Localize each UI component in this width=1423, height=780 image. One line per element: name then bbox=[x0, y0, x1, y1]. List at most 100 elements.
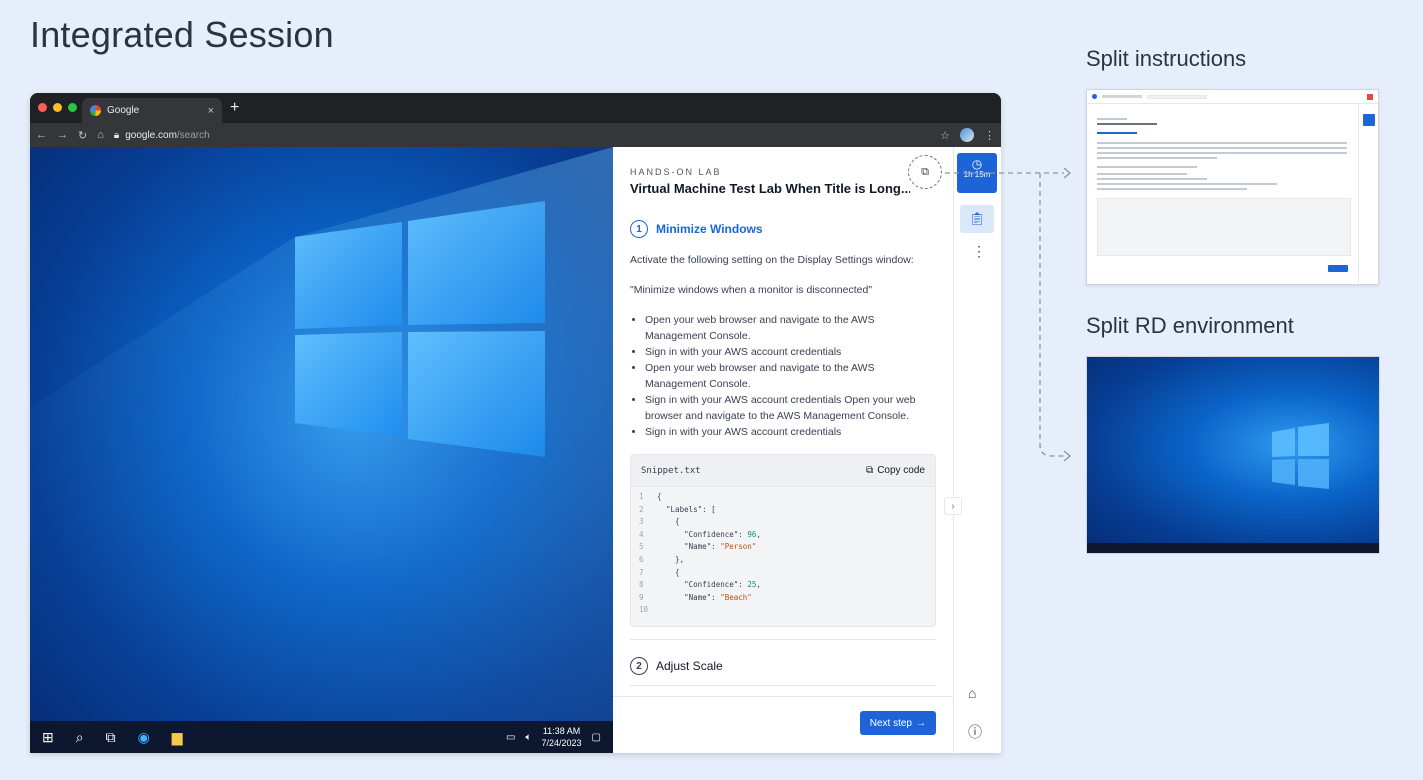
line-number: 10 bbox=[639, 605, 649, 615]
clock-icon: ◷ bbox=[971, 157, 983, 171]
line-number: 8 bbox=[639, 580, 644, 590]
preview-rail bbox=[1358, 104, 1378, 284]
code-line: 3 { bbox=[639, 516, 927, 529]
code-snippet: Snippet.txt ⧉ Copy code 1{2 "Labels": [3… bbox=[630, 454, 936, 627]
address-bar[interactable]: 🔒︎ google.com/search bbox=[114, 130, 210, 141]
step-1-title: Minimize Windows bbox=[656, 222, 763, 236]
timer-value: 1h 15m bbox=[963, 170, 991, 179]
forward-arrow-icon[interactable]: → bbox=[57, 129, 68, 141]
step-2-header[interactable]: 2 Adjust Scale bbox=[630, 657, 723, 675]
line-number: 3 bbox=[639, 517, 644, 527]
taskbar-date: 7/24/2023 bbox=[541, 738, 582, 748]
split-view-button[interactable]: ⧉ bbox=[908, 155, 942, 189]
lab-kicker: HANDS-ON LAB bbox=[630, 167, 722, 177]
step-1-number: 1 bbox=[630, 220, 648, 238]
window-controls bbox=[38, 103, 77, 112]
split-instructions-preview[interactable] bbox=[1086, 89, 1379, 285]
copy-icon: ⧉ bbox=[866, 465, 874, 476]
code-line: 9 "Name": "Beach" bbox=[639, 592, 927, 605]
step-divider bbox=[630, 639, 936, 640]
tab-title: Google bbox=[107, 105, 140, 116]
instructions-tab-button[interactable]: 📋︎ bbox=[960, 205, 994, 233]
notification-icon[interactable]: ▢ bbox=[592, 732, 601, 743]
minimize-window-button[interactable] bbox=[53, 103, 62, 112]
google-favicon-icon bbox=[90, 105, 101, 116]
step-divider bbox=[630, 685, 936, 686]
snippet-filename: Snippet.txt bbox=[641, 465, 701, 476]
line-number: 6 bbox=[639, 554, 644, 564]
file-explorer-icon[interactable]: ▆ bbox=[172, 729, 183, 746]
browser-tab[interactable]: Google × bbox=[82, 98, 222, 123]
maximize-window-button[interactable] bbox=[68, 103, 77, 112]
collapse-panel-button[interactable]: › bbox=[944, 497, 962, 515]
taskbar-time: 11:38 AM bbox=[542, 726, 581, 736]
split-rd-preview[interactable] bbox=[1086, 356, 1380, 554]
code-line: 6 }, bbox=[639, 554, 927, 567]
step-2-number: 2 bbox=[630, 657, 648, 675]
step-2-title: Adjust Scale bbox=[656, 659, 723, 673]
step-1-intro: Activate the following setting on the Di… bbox=[630, 254, 914, 266]
list-item: Open your web browser and navigate to th… bbox=[645, 360, 935, 392]
step-1-header[interactable]: 1 Minimize Windows bbox=[630, 220, 763, 238]
list-item: Open your web browser and navigate to th… bbox=[645, 312, 935, 344]
preview-code-block bbox=[1097, 198, 1351, 256]
code-line: 4 "Confidence": 96, bbox=[639, 529, 927, 542]
more-options-icon[interactable]: ⋮ bbox=[972, 243, 986, 260]
clipboard-icon: 📋︎ bbox=[968, 211, 986, 226]
step-1-quote: "Minimize windows when a monitor is disc… bbox=[630, 284, 873, 296]
browser-tabbar: Google × + bbox=[30, 93, 1001, 123]
profile-avatar[interactable] bbox=[960, 128, 974, 142]
page-title: Integrated Session bbox=[30, 14, 334, 55]
instructions-panel: HANDS-ON LAB Virtual Machine Test Lab Wh… bbox=[613, 147, 953, 753]
windows-start-icon[interactable]: ⊞ bbox=[42, 729, 54, 746]
split-view-icon: ⧉ bbox=[921, 165, 929, 178]
code-line: 10 bbox=[639, 604, 927, 617]
code-line: 7 { bbox=[639, 567, 927, 580]
taskbar-clock[interactable]: 11:38 AM 7/24/2023 bbox=[542, 725, 582, 749]
step-1-bullet-list: Open your web browser and navigate to th… bbox=[630, 312, 935, 440]
line-number: 5 bbox=[639, 542, 644, 552]
info-icon[interactable]: ⓘ bbox=[968, 722, 982, 742]
network-icon[interactable]: ▭ bbox=[506, 732, 515, 743]
lock-icon: 🔒︎ bbox=[113, 129, 120, 141]
next-step-button[interactable]: Next step → bbox=[859, 711, 936, 735]
line-number: 1 bbox=[639, 492, 644, 501]
list-item: Sign in with your AWS account credential… bbox=[645, 344, 935, 360]
url-path: /search bbox=[176, 129, 210, 141]
browser-toolbar: ← → ↻ ⌂ 🔒︎ google.com/search ☆ ⋮ bbox=[30, 123, 1001, 147]
reload-icon[interactable]: ↻ bbox=[78, 129, 87, 142]
close-window-button[interactable] bbox=[38, 103, 47, 112]
list-item: Sign in with your AWS account credential… bbox=[645, 424, 935, 440]
new-tab-button[interactable]: + bbox=[230, 99, 239, 117]
session-content: ⊞ ⌕ ⧉ ◉ ▆ ▭ 🔈︎ 11:38 AM 7/24/2023 ▢ HAND… bbox=[30, 147, 1001, 753]
copy-code-button[interactable]: ⧉ Copy code bbox=[866, 465, 925, 476]
preview-toolbar bbox=[1087, 90, 1378, 104]
code-line: 5 "Name": "Person" bbox=[639, 541, 927, 554]
volume-icon[interactable]: 🔈︎ bbox=[526, 732, 532, 743]
preview-taskbar bbox=[1087, 543, 1379, 553]
tab-close-icon[interactable]: × bbox=[208, 105, 214, 117]
browser-menu-icon[interactable]: ⋮ bbox=[984, 129, 995, 142]
code-line: 2 "Labels": [ bbox=[639, 504, 927, 517]
home-icon[interactable]: ⌂ bbox=[97, 129, 104, 141]
preview-windows-logo bbox=[1272, 423, 1329, 489]
line-number: 2 bbox=[639, 504, 644, 514]
windows-logo-wallpaper bbox=[30, 147, 613, 753]
remote-desktop[interactable]: ⊞ ⌕ ⧉ ◉ ▆ ▭ 🔈︎ 11:38 AM 7/24/2023 ▢ bbox=[30, 147, 613, 753]
preview-next-button bbox=[1328, 265, 1348, 272]
home-icon[interactable]: ⌂ bbox=[968, 685, 976, 701]
panel-footer: Next step → bbox=[613, 696, 953, 753]
step-1-body: Activate the following setting on the Di… bbox=[630, 252, 935, 440]
bookmark-star-icon[interactable]: ☆ bbox=[940, 129, 950, 142]
back-arrow-icon[interactable]: ← bbox=[36, 129, 47, 141]
edge-browser-icon[interactable]: ◉ bbox=[138, 729, 150, 746]
task-view-icon[interactable]: ⧉ bbox=[106, 729, 116, 746]
split-instructions-label: Split instructions bbox=[1086, 46, 1247, 71]
code-body: 1{2 "Labels": [3 {4 "Confidence": 96, 5 "… bbox=[631, 487, 935, 621]
browser-window: Google × + ← → ↻ ⌂ 🔒︎ google.com/search … bbox=[30, 93, 1001, 753]
line-number: 4 bbox=[639, 529, 644, 539]
search-icon[interactable]: ⌕ bbox=[76, 729, 84, 746]
timer-button[interactable]: ◷ 1h 15m bbox=[957, 153, 997, 193]
list-item: Sign in with your AWS account credential… bbox=[645, 392, 935, 424]
lab-title: Virtual Machine Test Lab When Title is L… bbox=[630, 181, 910, 196]
